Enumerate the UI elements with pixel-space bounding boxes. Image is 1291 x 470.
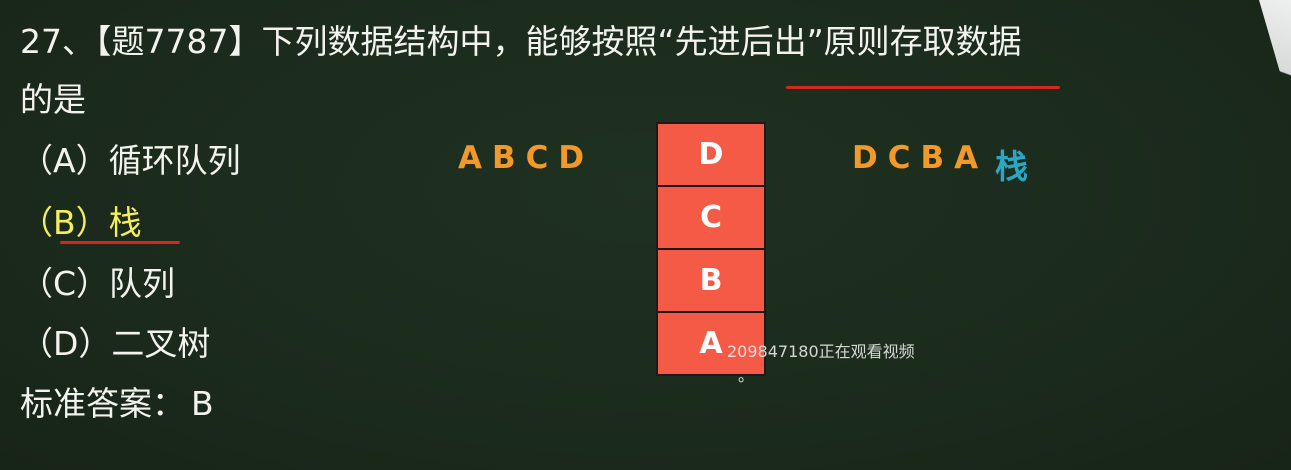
viewer-watermark: 209847180正在观看视频 [727, 342, 915, 361]
option-b-underline [60, 241, 180, 244]
quote-underline [786, 86, 1060, 89]
watermark-dot: 。 [738, 366, 755, 385]
pop-order-text: DCBA [852, 140, 989, 176]
stack-cell: B [656, 248, 766, 313]
standard-answer: 标准答案： B [20, 384, 214, 424]
push-order-text: ABCD [458, 140, 595, 176]
question-line-2: 的是 [20, 80, 86, 119]
option-b: （B）栈 [20, 203, 142, 242]
option-a: （A）循环队列 [20, 141, 241, 180]
question-line-1: 27、【题7787】下列数据结构中，能够按照“先进后出”原则存取数据 [20, 22, 1022, 61]
option-d: （D）二叉树 [20, 324, 211, 363]
answer-value: B [191, 384, 214, 423]
page-corner-decoration [1259, 0, 1291, 110]
stack-cell: C [656, 185, 766, 250]
option-c: （C）队列 [20, 264, 176, 303]
answer-label: 标准答案： [20, 384, 185, 423]
stack-word: 栈 [995, 147, 1028, 186]
stack-cell: D [656, 122, 766, 187]
chalkboard: 27、【题7787】下列数据结构中，能够按照“先进后出”原则存取数据 的是 （A… [0, 0, 1291, 470]
